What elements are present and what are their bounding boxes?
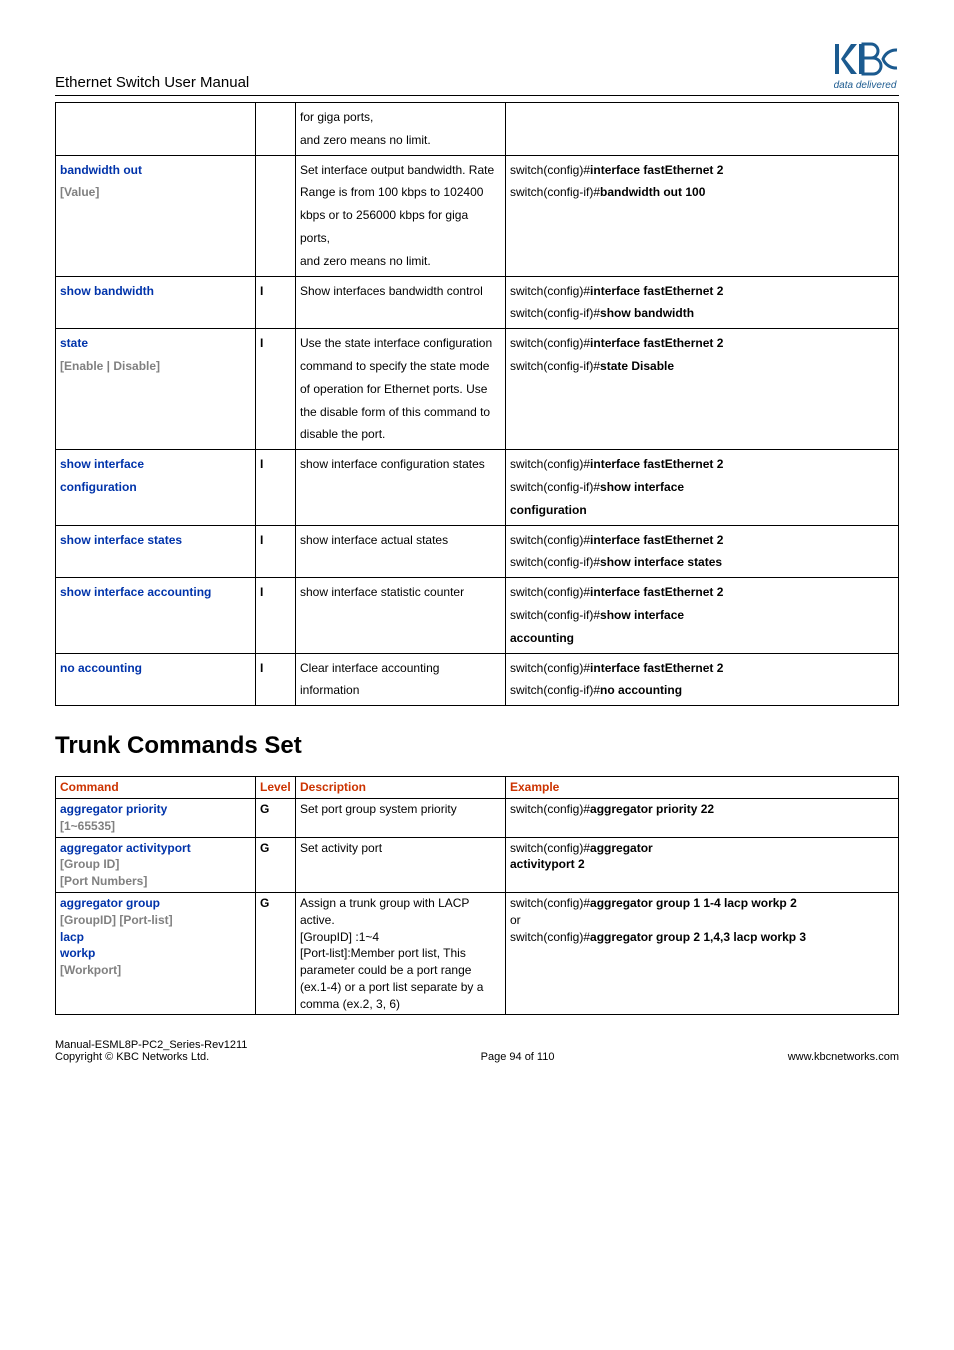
description-cell: Show interfaces bandwidth control [296,276,506,329]
level-cell: I [256,578,296,653]
table-row: aggregator activityport[Group ID][Port N… [56,837,899,892]
header-example: Example [506,777,899,799]
table-row: aggregator group[GroupID] [Port-list]lac… [56,892,899,1015]
description-cell: for giga ports,and zero means no limit. [296,103,506,156]
level-cell: I [256,525,296,578]
table-row: for giga ports,and zero means no limit. [56,103,899,156]
level-cell: I [256,653,296,706]
commands-table-2: Command Level Description Example aggreg… [55,776,899,1015]
description-cell: Assign a trunk group with LACP active.[G… [296,892,506,1015]
command-cell: show bandwidth [56,276,256,329]
table-row: show interface statesIshow interface act… [56,525,899,578]
command-cell: aggregator activityport[Group ID][Port N… [56,837,256,892]
example-cell: switch(config)#interface fastEthernet 2s… [506,276,899,329]
example-cell: switch(config)#interface fastEthernet 2s… [506,578,899,653]
table-row: show interface accountingIshow interface… [56,578,899,653]
level-cell: G [256,837,296,892]
level-cell: I [256,329,296,450]
table-row: bandwidth out[Value] Set interface output… [56,155,899,276]
description-cell: show interface actual states [296,525,506,578]
page-header: Ethernet Switch User Manual data deliver… [55,40,899,96]
command-cell [56,103,256,156]
command-cell: show interface states [56,525,256,578]
command-cell: show interfaceconfiguration [56,450,256,525]
section-title: Trunk Commands Set [55,732,899,760]
logo-tagline: data delivered [834,80,897,91]
example-cell [506,103,899,156]
footer-center: Page 94 of 110 [481,1051,555,1063]
page-footer: Manual-ESML8P-PC2_Series-Rev1211 Copyrig… [55,1039,899,1063]
description-cell: show interface statistic counter [296,578,506,653]
table-row: show bandwidthIShow interfaces bandwidth… [56,276,899,329]
table-row: no accountingIClear interface accounting… [56,653,899,706]
example-cell: switch(config)#interface fastEthernet 2s… [506,329,899,450]
kbc-logo-icon [831,40,899,78]
level-cell [256,103,296,156]
example-cell: switch(config)#interface fastEthernet 2s… [506,653,899,706]
command-cell: aggregator priority[1~65535] [56,798,256,837]
description-cell: Clear interface accounting information [296,653,506,706]
command-cell: bandwidth out[Value] [56,155,256,276]
description-cell: Use the state interface configuration co… [296,329,506,450]
level-cell: G [256,892,296,1015]
header-description: Description [296,777,506,799]
example-cell: switch(config)#interface fastEthernet 2s… [506,525,899,578]
description-cell: Set port group system priority [296,798,506,837]
doc-title: Ethernet Switch User Manual [55,74,249,91]
command-cell: no accounting [56,653,256,706]
example-cell: switch(config)#aggregator group 1 1-4 la… [506,892,899,1015]
description-cell: Set activity port [296,837,506,892]
level-cell: I [256,276,296,329]
command-cell: state[Enable | Disable] [56,329,256,450]
table-row: aggregator priority[1~65535]GSet port gr… [56,798,899,837]
header-level: Level [256,777,296,799]
description-cell: show interface configuration states [296,450,506,525]
level-cell: G [256,798,296,837]
example-cell: switch(config)#interface fastEthernet 2s… [506,155,899,276]
example-cell: switch(config)#interface fastEthernet 2s… [506,450,899,525]
command-cell: aggregator group[GroupID] [Port-list]lac… [56,892,256,1015]
header-command: Command [56,777,256,799]
description-cell: Set interface output bandwidth. Rate Ran… [296,155,506,276]
level-cell: I [256,450,296,525]
footer-right: www.kbcnetworks.com [788,1051,899,1063]
footer-left: Manual-ESML8P-PC2_Series-Rev1211 Copyrig… [55,1039,247,1063]
commands-table-1: for giga ports,and zero means no limit.b… [55,102,899,706]
table-header-row: Command Level Description Example [56,777,899,799]
example-cell: switch(config)#aggregatoractivityport 2 [506,837,899,892]
level-cell [256,155,296,276]
example-cell: switch(config)#aggregator priority 22 [506,798,899,837]
table-row: state[Enable | Disable]IUse the state in… [56,329,899,450]
logo: data delivered [831,40,899,91]
table-row: show interfaceconfigurationIshow interfa… [56,450,899,525]
command-cell: show interface accounting [56,578,256,653]
